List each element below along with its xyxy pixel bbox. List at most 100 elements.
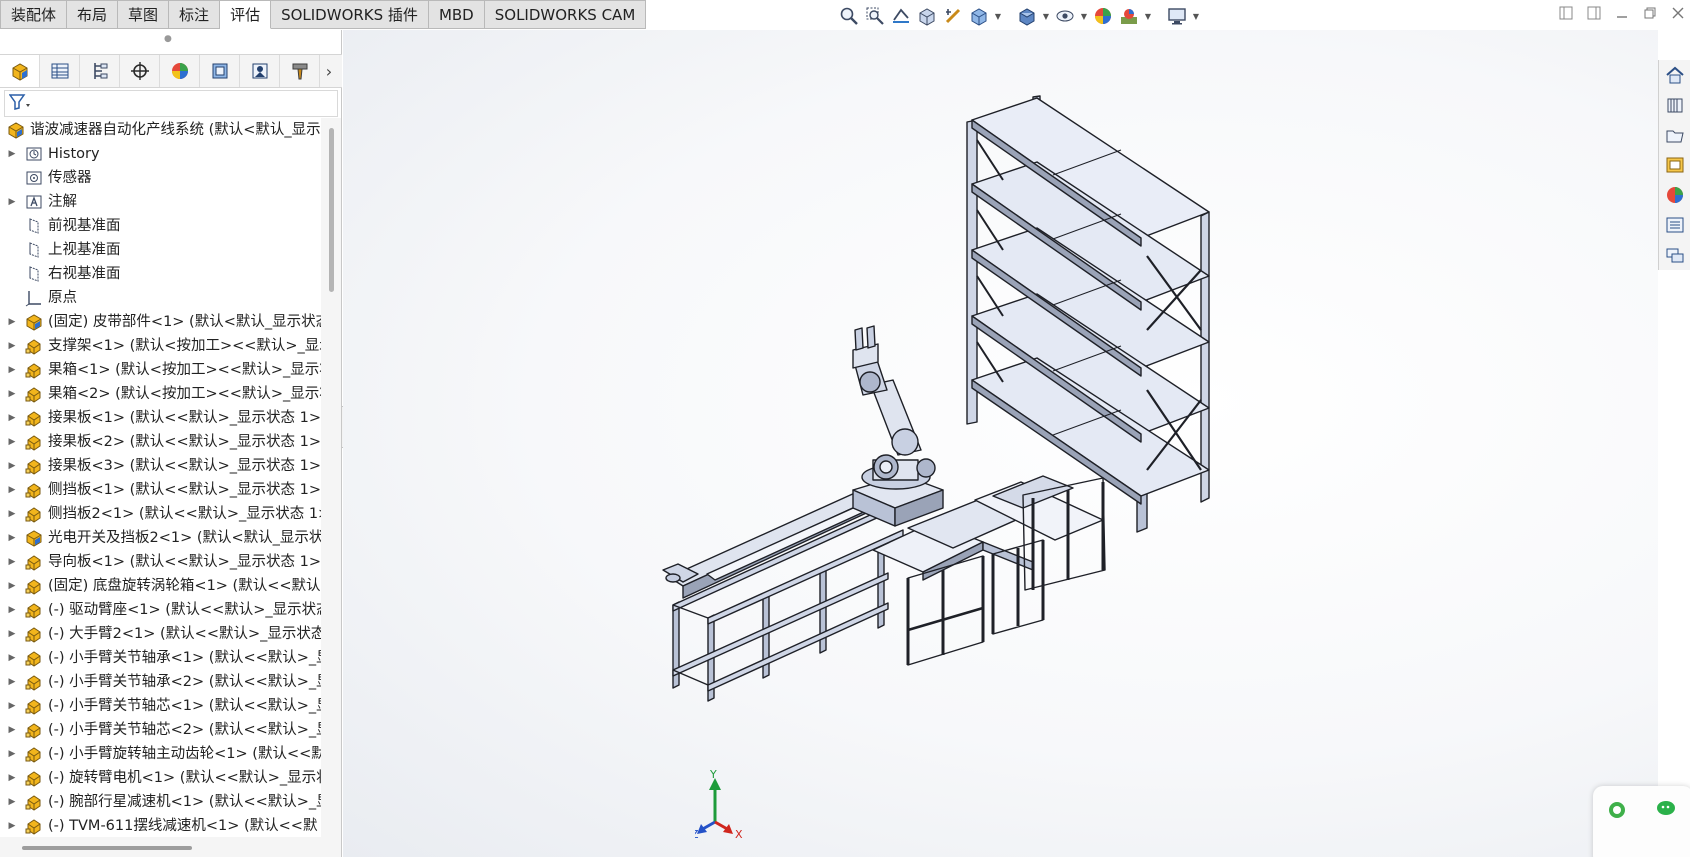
tree-item[interactable]: ▶ (-) 小手臂旋转轴主动齿轮<1> (默认<<默 [0,742,322,766]
property-manager-icon[interactable] [40,55,80,87]
chevron-right-icon[interactable]: ▶ [6,670,18,694]
tab-0[interactable]: 装配体 [0,0,68,29]
chevron-right-icon[interactable]: ▶ [6,646,18,670]
assembly-model-view[interactable] [343,30,1658,857]
tree-item[interactable]: ▶ (-) 驱动臂座<1> (默认<<默认>_显示状态 [0,598,322,622]
chevron-right-icon[interactable]: ▶ [6,190,18,214]
panel-grip-icon[interactable]: ● [164,34,172,44]
custom-properties-icon[interactable] [1661,212,1689,237]
tree-item[interactable]: ▶ (固定) 皮带部件<1> (默认<默认_显示状态 [0,310,322,334]
display-manager-icon[interactable] [160,55,200,87]
edit-appearance-icon[interactable] [1092,5,1114,27]
chevron-down-icon[interactable]: ▼ [994,5,1002,27]
chevron-down-icon[interactable]: ▼ [1042,5,1050,27]
tab-5[interactable]: SOLIDWORKS 插件 [271,0,429,29]
tree-item[interactable]: ▶ 支撑架<1> (默认<按加工><<默认>_显示 [0,334,322,358]
tree-item[interactable]: ▶ 果箱<2> (默认<按加工><<默认>_显示状 [0,382,322,406]
chevron-right-icon[interactable]: ▶ [6,310,18,334]
tile-right-icon[interactable] [1586,5,1602,21]
minimize-icon[interactable] [1614,5,1630,21]
chevron-right-icon[interactable]: ▶ [6,430,18,454]
scrollbar-thumb[interactable] [329,128,334,292]
chevron-right-icon[interactable]: ▶ [6,502,18,526]
tree-item[interactable]: ▶ 接果板<3> (默认<<默认>_显示状态 1>) [0,454,322,478]
restore-icon[interactable] [1642,5,1658,21]
appearances-scenes-icon[interactable] [1661,182,1689,207]
chevron-right-icon[interactable]: ▶ [6,334,18,358]
filter-icon[interactable] [8,93,31,115]
solidworks-resources-icon[interactable] [1661,62,1689,87]
tree-item[interactable]: ▶ (固定) 底盘旋转涡轮箱<1> (默认<<默认 [0,574,322,598]
previous-view-icon[interactable] [890,5,912,27]
chevron-right-icon[interactable]: ▶ [6,598,18,622]
chevron-right-icon[interactable]: ▶ [6,550,18,574]
tree-item[interactable]: ▶ (-) 小手臂关节轴承<1> (默认<<默认>_显 [0,646,322,670]
tree-item[interactable]: ▶ 导向板<1> (默认<<默认>_显示状态 1>) [0,550,322,574]
dynamic-annotation-icon[interactable] [942,5,964,27]
tree-item[interactable]: ▶ (-) 小手臂关节轴芯<2> (默认<<默认>_显 [0,718,322,742]
chevron-right-icon[interactable]: ▶ [6,454,18,478]
close-icon[interactable] [1670,5,1686,21]
tree-item[interactable]: ▶ 接果板<2> (默认<<默认>_显示状态 1>) [0,430,322,454]
chevron-down-icon[interactable]: ▼ [1144,5,1152,27]
tree-item[interactable]: ▶ 果箱<1> (默认<按加工><<默认>_显示状 [0,358,322,382]
tree-filter[interactable] [4,90,338,117]
tree-item[interactable]: ▶ (-) 腕部行星减速机<1> (默认<<默认>_显 [0,790,322,814]
apply-scene-icon[interactable] [1118,5,1140,27]
zoom-to-fit-icon[interactable] [838,5,860,27]
chevron-down-icon[interactable]: ▼ [1192,5,1200,27]
cam-feature-tree-icon[interactable] [200,55,240,87]
cam-tool-tree-icon[interactable] [280,55,320,87]
tree-item[interactable]: ▶ History [0,142,322,166]
chevron-right-icon[interactable]: ▶ [6,814,18,838]
tree-item[interactable]: ▶ (-) 大手臂2<1> (默认<<默认>_显示状态 [0,622,322,646]
tree-item[interactable]: ▶ (-) 小手臂关节轴芯<1> (默认<<默认>_显 [0,694,322,718]
tree-item[interactable]: 传感器 [0,166,322,190]
tree-horizontal-scrollbar[interactable] [0,837,341,857]
view-settings-icon[interactable] [1166,5,1188,27]
tree-vertical-scrollbar[interactable] [321,118,341,857]
tab-4[interactable]: 评估 [220,0,272,29]
tree-item[interactable]: 上视基准面 [0,238,322,262]
tab-7[interactable]: SOLIDWORKS CAM [484,0,647,29]
tree-item[interactable]: ▶ 光电开关及挡板2<1> (默认<默认_显示状 [0,526,322,550]
forum-icon[interactable] [1661,242,1689,267]
design-library-icon[interactable] [1661,92,1689,117]
tree-root-assembly[interactable]: 谐波减速器自动化产线系统 (默认<默认_显示 [0,118,322,142]
hide-show-items-icon[interactable] [1054,5,1076,27]
notification-popup[interactable] [1593,786,1690,857]
chevron-right-icon[interactable]: ▶ [6,478,18,502]
file-explorer-icon[interactable] [1661,122,1689,147]
section-view-icon[interactable] [916,5,938,27]
chevron-right-icon[interactable]: ▶ [6,406,18,430]
tab-3[interactable]: 标注 [169,0,221,29]
tile-left-icon[interactable] [1558,5,1574,21]
chevron-right-icon[interactable]: ▶ [6,574,18,598]
chevron-right-icon[interactable]: ▶ [6,622,18,646]
chevron-right-icon[interactable]: ▶ [6,142,18,166]
tab-1[interactable]: 布局 [67,0,119,29]
display-style-icon[interactable] [1016,5,1038,27]
tree-item[interactable]: ▶ (-) 小手臂关节轴承<2> (默认<<默认>_显 [0,670,322,694]
browser-icon[interactable] [1607,800,1627,824]
zoom-to-area-icon[interactable] [864,5,886,27]
tree-item[interactable]: ▶ 侧挡板2<1> (默认<<默认>_显示状态 1> [0,502,322,526]
chevron-right-icon[interactable]: ▶ [6,742,18,766]
cam-operation-tree-icon[interactable] [240,55,280,87]
chevron-right-icon[interactable]: ▶ [6,526,18,550]
tab-2[interactable]: 草图 [118,0,170,29]
tree-item[interactable]: ▶ 接果板<1> (默认<<默认>_显示状态 1>) [0,406,322,430]
tree-item[interactable]: ▶ 注解 [0,190,322,214]
tab-6[interactable]: MBD [428,0,485,29]
chat-app-icon[interactable] [1655,798,1677,822]
chevron-right-icon[interactable]: ▶ [6,766,18,790]
chevron-right-icon[interactable]: ▶ [6,790,18,814]
feature-manager-tree-icon[interactable] [0,55,40,87]
tree-item[interactable]: ▶ (-) TVM-611摆线减速机<1> (默认<<默 [0,814,322,838]
chevron-down-icon[interactable]: ▼ [1080,5,1088,27]
chevron-right-icon[interactable]: ▶ [6,382,18,406]
dimxpert-manager-icon[interactable] [120,55,160,87]
chevron-right-icon[interactable]: ▶ [6,694,18,718]
chevron-right-icon[interactable]: › [320,55,338,87]
tree-item[interactable]: 右视基准面 [0,262,322,286]
